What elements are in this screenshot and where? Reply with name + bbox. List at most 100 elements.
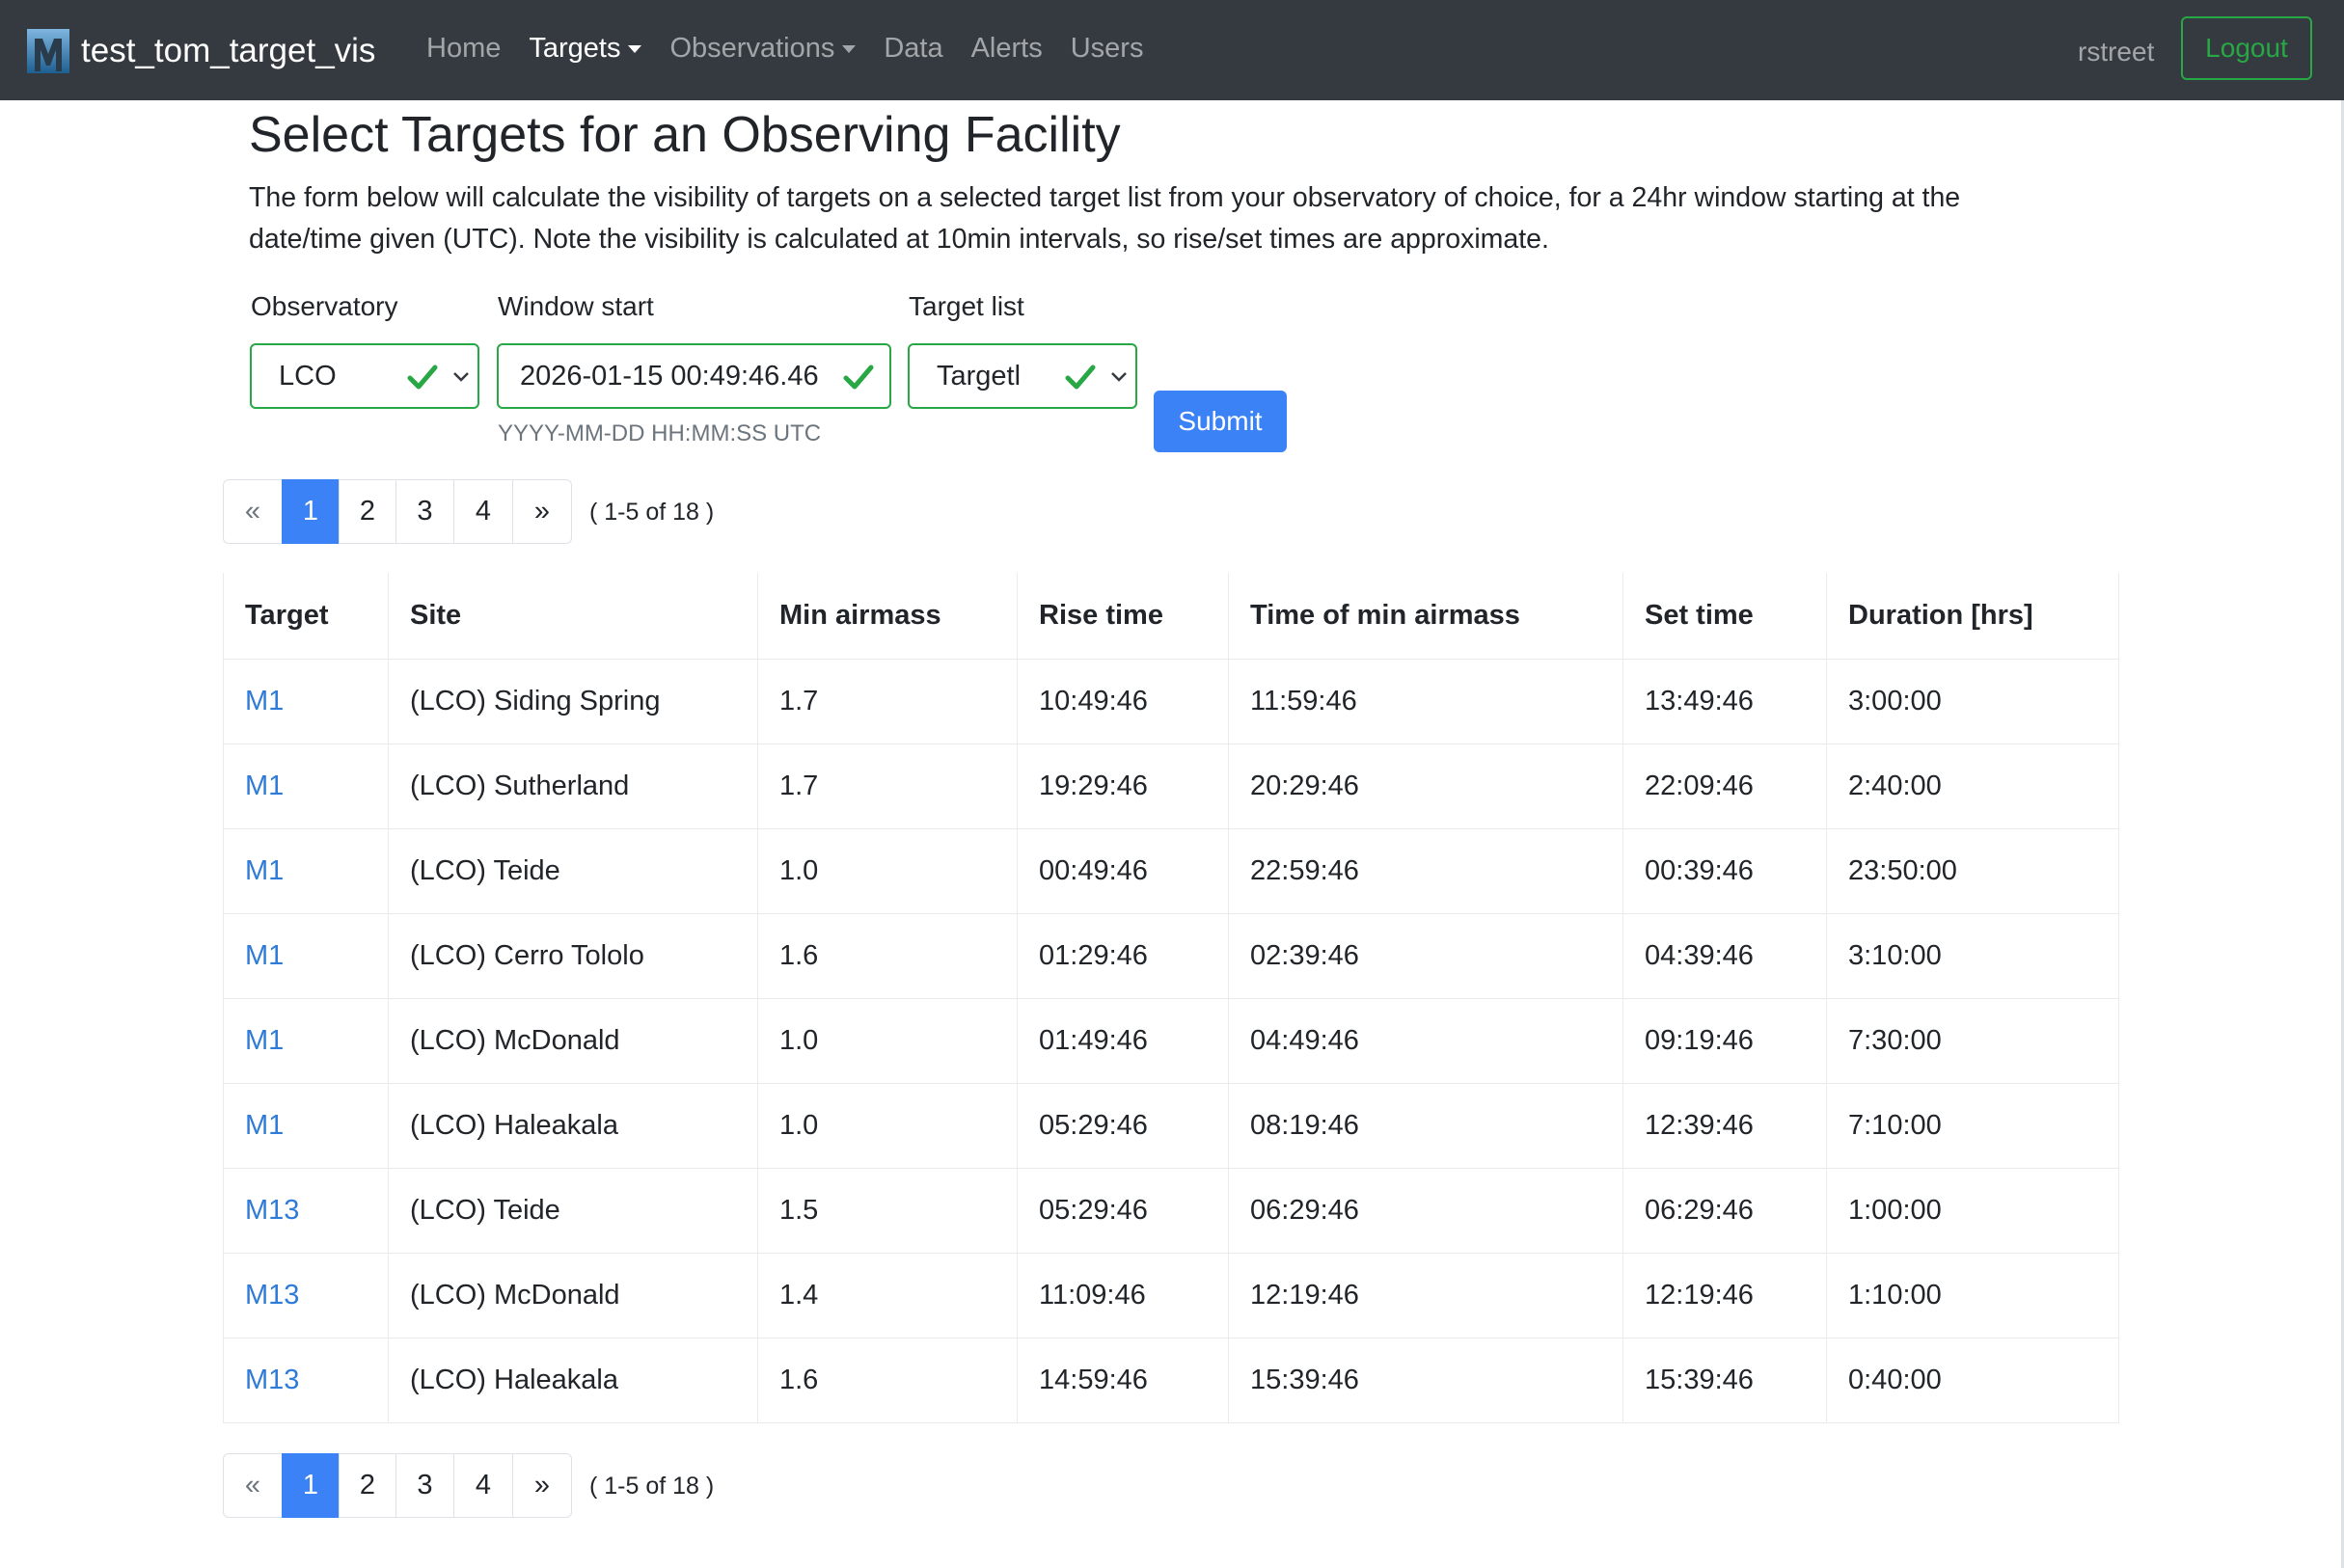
target-list-label: Target list (909, 291, 1024, 321)
set-time-cell: 12:39:46 (1622, 1082, 1827, 1169)
check-icon (407, 365, 438, 390)
nav-observations-dropdown[interactable]: Observations (669, 33, 857, 65)
chevron-down-icon (453, 372, 469, 382)
target-link[interactable]: M1 (223, 912, 389, 999)
brand-logo-icon (27, 29, 69, 73)
target-link[interactable]: M1 (223, 1082, 389, 1169)
rise-time-cell: 01:29:46 (1017, 912, 1229, 999)
target-link[interactable]: M13 (223, 1167, 389, 1254)
duration-cell: 7:30:00 (1826, 997, 2119, 1084)
min-airmass-cell: 1.0 (757, 1082, 1018, 1169)
site-cell: (LCO) Siding Spring (388, 658, 758, 744)
set-time-cell: 09:19:46 (1622, 997, 1827, 1084)
brand-name: test_tom_target_vis (81, 32, 376, 69)
min-airmass-cell: 1.0 (757, 827, 1018, 914)
column-header-time-min-airmass: Time of min airmass (1228, 573, 1623, 660)
pagination-page-2[interactable]: 2 (339, 1453, 396, 1518)
pagination-top: « 1 2 3 4 » (223, 479, 572, 544)
table-row: M1 (LCO) Sutherland 1.7 19:29:46 20:29:4… (223, 743, 2119, 829)
nav-home[interactable]: Home (426, 33, 501, 65)
nav-alerts[interactable]: Alerts (971, 33, 1043, 65)
pagination-next[interactable]: » (512, 479, 572, 544)
set-time-cell: 22:09:46 (1622, 743, 1827, 829)
rise-time-cell: 10:49:46 (1017, 658, 1229, 744)
min-airmass-time-cell: 11:59:46 (1228, 658, 1623, 744)
min-airmass-time-cell: 15:39:46 (1228, 1337, 1623, 1423)
pagination-next[interactable]: » (512, 1453, 572, 1518)
pagination-page-4[interactable]: 4 (453, 479, 513, 544)
table-header-row: Target Site Min airmass Rise time Time o… (223, 573, 2119, 660)
chevron-down-icon (1111, 372, 1127, 382)
min-airmass-cell: 1.5 (757, 1167, 1018, 1254)
pagination-page-3[interactable]: 3 (395, 479, 454, 544)
description-line-2: date/time given (UTC). Note the visibili… (249, 224, 1549, 255)
min-airmass-time-cell: 06:29:46 (1228, 1167, 1623, 1254)
pagination-info: ( 1-5 of 18 ) (589, 1473, 715, 1500)
description-line-1: The form below will calculate the visibi… (249, 182, 1961, 213)
pagination-page-3[interactable]: 3 (395, 1453, 454, 1518)
pagination-prev[interactable]: « (223, 479, 283, 544)
duration-cell: 1:00:00 (1826, 1167, 2119, 1254)
rise-time-cell: 11:09:46 (1017, 1252, 1229, 1338)
rise-time-cell: 05:29:46 (1017, 1167, 1229, 1254)
nav-targets-dropdown[interactable]: Targets (529, 33, 642, 65)
site-cell: (LCO) Teide (388, 827, 758, 914)
nav-data[interactable]: Data (884, 33, 942, 65)
set-time-cell: 06:29:46 (1622, 1167, 1827, 1254)
site-cell: (LCO) McDonald (388, 997, 758, 1084)
brand-link[interactable]: test_tom_target_vis (27, 29, 375, 73)
observatory-select[interactable]: LCO (250, 343, 479, 409)
column-header-target: Target (223, 573, 389, 660)
pagination-page-2[interactable]: 2 (339, 479, 396, 544)
nav-users[interactable]: Users (1071, 33, 1144, 65)
logout-button[interactable]: Logout (2181, 16, 2312, 80)
min-airmass-time-cell: 04:49:46 (1228, 997, 1623, 1084)
top-navbar: test_tom_target_vis Home Targets Observa… (0, 0, 2344, 100)
min-airmass-time-cell: 20:29:46 (1228, 743, 1623, 829)
window-start-input[interactable]: 2026-01-15 00:49:46.46 (497, 343, 891, 409)
min-airmass-time-cell: 22:59:46 (1228, 827, 1623, 914)
pagination-page-4[interactable]: 4 (453, 1453, 513, 1518)
set-time-cell: 12:19:46 (1622, 1252, 1827, 1338)
target-list-select[interactable]: Targetl (908, 343, 1137, 409)
pagination-prev[interactable]: « (223, 1453, 283, 1518)
table-row: M13 (LCO) McDonald 1.4 11:09:46 12:19:46… (223, 1252, 2119, 1338)
pagination-page-1[interactable]: 1 (282, 479, 340, 544)
min-airmass-time-cell: 12:19:46 (1228, 1252, 1623, 1338)
table-row: M13 (LCO) Haleakala 1.6 14:59:46 15:39:4… (223, 1337, 2119, 1423)
rise-time-cell: 14:59:46 (1017, 1337, 1229, 1423)
observatory-label: Observatory (251, 291, 398, 321)
target-link[interactable]: M13 (223, 1337, 389, 1423)
rise-time-cell: 05:29:46 (1017, 1082, 1229, 1169)
window-start-help: YYYY-MM-DD HH:MM:SS UTC (498, 420, 822, 446)
pagination-page-1[interactable]: 1 (282, 1453, 340, 1518)
table-row: M1 (LCO) Teide 1.0 00:49:46 22:59:46 00:… (223, 827, 2119, 914)
duration-cell: 3:10:00 (1826, 912, 2119, 999)
table-row: M1 (LCO) Haleakala 1.0 05:29:46 08:19:46… (223, 1082, 2119, 1169)
min-airmass-cell: 1.6 (757, 1337, 1018, 1423)
column-header-site: Site (388, 573, 758, 660)
current-username[interactable]: rstreet (2078, 37, 2154, 68)
window-start-value: 2026-01-15 00:49:46.46 (520, 360, 819, 392)
rise-time-cell: 01:49:46 (1017, 997, 1229, 1084)
site-cell: (LCO) Haleakala (388, 1337, 758, 1423)
set-time-cell: 15:39:46 (1622, 1337, 1827, 1423)
min-airmass-cell: 1.7 (757, 658, 1018, 744)
target-link[interactable]: M1 (223, 658, 389, 744)
target-link[interactable]: M1 (223, 827, 389, 914)
site-cell: (LCO) Teide (388, 1167, 758, 1254)
site-cell: (LCO) Haleakala (388, 1082, 758, 1169)
set-time-cell: 04:39:46 (1622, 912, 1827, 999)
nav-observations-label: Observations (669, 33, 835, 64)
column-header-set-time: Set time (1622, 573, 1827, 660)
set-time-cell: 13:49:46 (1622, 658, 1827, 744)
pagination-info: ( 1-5 of 18 ) (589, 499, 715, 526)
target-link[interactable]: M1 (223, 743, 389, 829)
target-link[interactable]: M1 (223, 997, 389, 1084)
min-airmass-time-cell: 08:19:46 (1228, 1082, 1623, 1169)
submit-button[interactable]: Submit (1154, 391, 1287, 452)
visibility-table: Target Site Min airmass Rise time Time o… (223, 573, 2119, 1423)
page-title: Select Targets for an Observing Facility (249, 107, 1121, 163)
target-link[interactable]: M13 (223, 1252, 389, 1338)
min-airmass-cell: 1.0 (757, 997, 1018, 1084)
